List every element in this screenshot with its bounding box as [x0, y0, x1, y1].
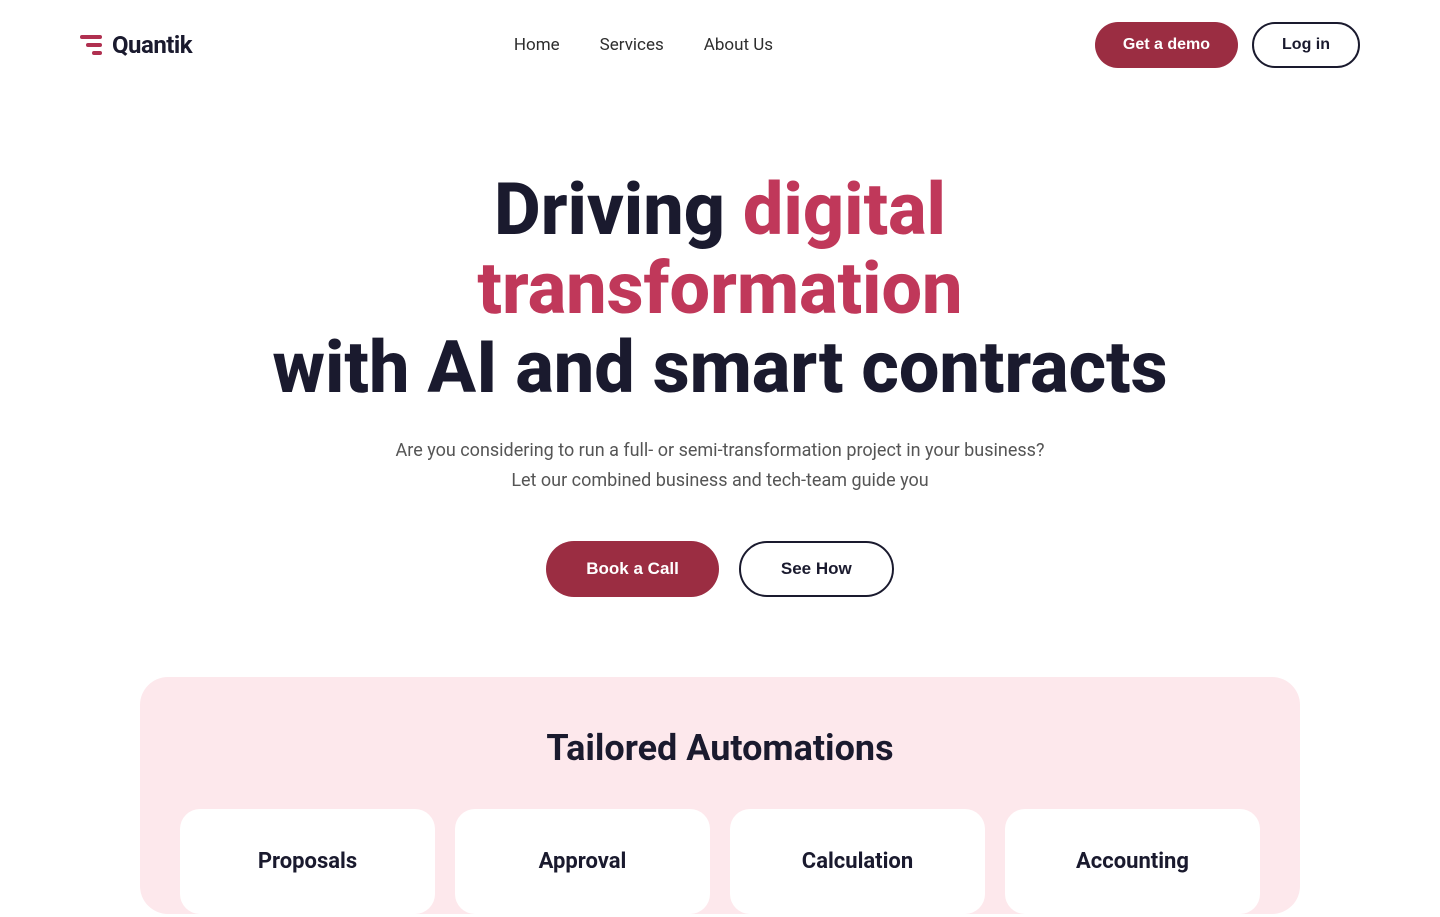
login-button[interactable]: Log in: [1252, 22, 1360, 68]
card-proposals[interactable]: Proposals: [180, 809, 435, 914]
nav-links: Home Services About Us: [514, 35, 773, 55]
hero-subtitle-line2: Let our combined business and tech-team …: [511, 470, 928, 491]
nav-about[interactable]: About Us: [704, 35, 773, 55]
see-how-button[interactable]: See How: [739, 541, 894, 597]
nav-actions: Get a demo Log in: [1095, 22, 1360, 68]
card-approval[interactable]: Approval: [455, 809, 710, 914]
hero-title-rest: with AI and smart contracts: [272, 325, 1167, 410]
logo[interactable]: Quantik: [80, 31, 192, 59]
book-call-button[interactable]: Book a Call: [546, 541, 719, 597]
hero-buttons: Book a Call See How: [546, 541, 893, 597]
navbar: Quantik Home Services About Us Get a dem…: [0, 0, 1440, 90]
tailored-section: Tailored Automations Proposals Approval …: [140, 677, 1300, 914]
hero-section: Driving digital transformation with AI a…: [0, 90, 1440, 657]
hero-subtitle-line1: Are you considering to run a full- or se…: [396, 440, 1045, 461]
logo-bar-3: [92, 51, 102, 55]
card-accounting[interactable]: Accounting: [1005, 809, 1260, 914]
card-calculation-label: Calculation: [802, 849, 913, 874]
logo-icon: [80, 35, 102, 55]
logo-text: Quantik: [112, 31, 192, 59]
logo-bar-1: [80, 35, 102, 39]
get-demo-button[interactable]: Get a demo: [1095, 22, 1238, 68]
nav-home[interactable]: Home: [514, 35, 560, 55]
tailored-title: Tailored Automations: [180, 727, 1260, 769]
nav-services[interactable]: Services: [600, 35, 664, 55]
card-accounting-label: Accounting: [1076, 849, 1189, 874]
card-calculation[interactable]: Calculation: [730, 809, 985, 914]
card-approval-label: Approval: [539, 849, 627, 874]
card-proposals-label: Proposals: [258, 849, 357, 874]
automation-cards: Proposals Approval Calculation Accountin…: [180, 809, 1260, 914]
hero-title: Driving digital transformation with AI a…: [270, 170, 1170, 408]
logo-bar-2: [86, 43, 102, 47]
hero-subtitle: Are you considering to run a full- or se…: [396, 436, 1045, 497]
hero-title-plain: Driving: [494, 167, 743, 252]
